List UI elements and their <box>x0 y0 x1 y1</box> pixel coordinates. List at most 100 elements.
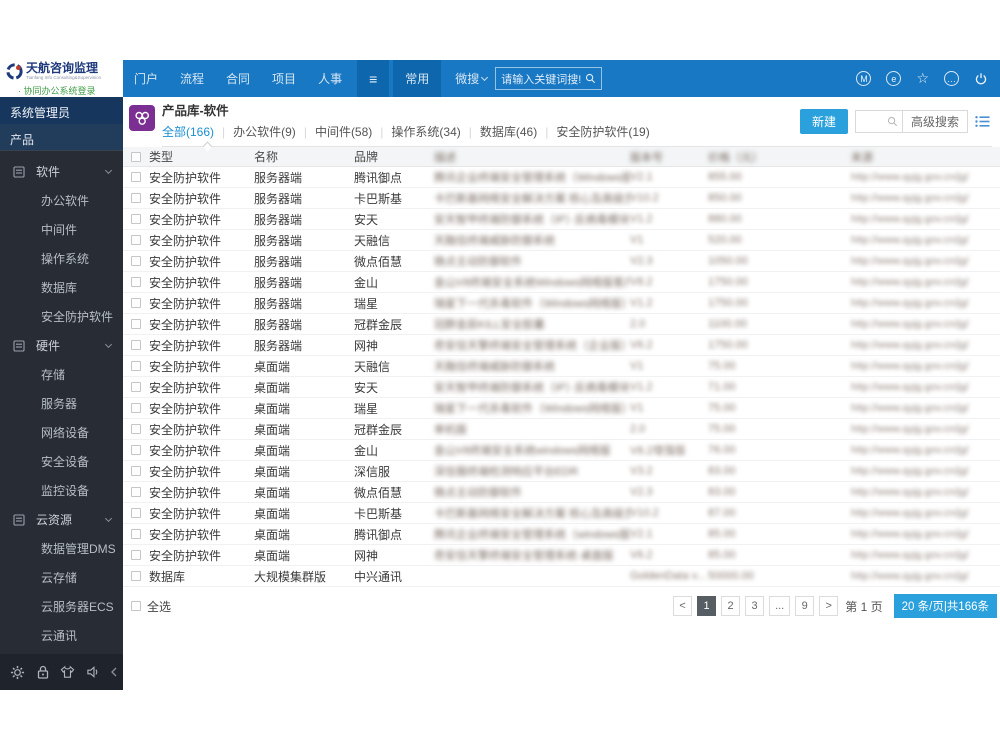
row-checkbox[interactable] <box>131 319 141 329</box>
pagination-page-...[interactable]: ... <box>769 596 791 616</box>
sidebar-section-云资源[interactable]: 云资源 <box>0 505 123 534</box>
nav-hamburger-button[interactable]: ≡ <box>357 60 390 97</box>
nav-item-3[interactable]: 合同 <box>215 60 261 97</box>
sidebar-item-数据库[interactable]: 数据库 <box>0 273 123 302</box>
select-all-checkbox[interactable] <box>131 601 141 611</box>
row-checkbox[interactable] <box>131 361 141 371</box>
tab-办公软件(9)[interactable]: 办公软件(9) <box>233 125 296 139</box>
row-checkbox[interactable] <box>131 172 141 182</box>
nav-item-common[interactable]: 常用 <box>393 60 442 97</box>
power-logout-icon[interactable] <box>974 72 988 86</box>
nav-item-4[interactable]: 项目 <box>261 60 307 97</box>
cell-source: http://www.qyjg.gov.cn/jg/ <box>851 486 969 498</box>
sidebar-section-软件[interactable]: 软件 <box>0 157 123 186</box>
favorite-star-icon[interactable]: ☆ <box>916 70 929 87</box>
sidebar-item-办公软件[interactable]: 办公软件 <box>0 186 123 215</box>
cell-price: 83.00 <box>708 465 736 477</box>
row-checkbox[interactable] <box>131 466 141 476</box>
page-jump-value[interactable]: 1 <box>861 600 868 614</box>
cell-brand: 冠群金辰 <box>354 422 403 437</box>
nav-item-5[interactable]: 人事 <box>307 60 353 97</box>
sidebar-section-label: 软件 <box>36 165 61 179</box>
feedback-icon[interactable]: e <box>886 71 902 86</box>
row-checkbox[interactable] <box>131 256 141 266</box>
table-search-input[interactable] <box>856 111 902 132</box>
tab-安全防护软件(19)[interactable]: 安全防护软件(19) <box>556 125 649 139</box>
logo-block: 天航咨询监理 Tianfang Info Consulting&Supervis… <box>0 60 123 97</box>
row-checkbox[interactable] <box>131 277 141 287</box>
cell-brand: 微点佰慧 <box>354 485 403 500</box>
row-checkbox[interactable] <box>131 529 141 539</box>
sidebar-item-操作系统[interactable]: 操作系统 <box>0 244 123 273</box>
row-checkbox[interactable] <box>131 508 141 518</box>
sidebar-item-安全设备[interactable]: 安全设备 <box>0 447 123 476</box>
pagination-page-1[interactable]: 1 <box>697 596 717 616</box>
row-checkbox[interactable] <box>131 487 141 497</box>
pagination-prev-button[interactable]: < <box>673 596 693 616</box>
wesearch-dropdown[interactable]: 微搜 <box>455 60 489 97</box>
sidebar-item-数据管理DMS[interactable]: 数据管理DMS <box>0 534 123 563</box>
settings-gear-icon[interactable] <box>10 665 25 680</box>
row-checkbox[interactable] <box>131 550 141 560</box>
row-checkbox[interactable] <box>131 340 141 350</box>
advanced-search-button[interactable]: 高级搜索 <box>901 111 967 132</box>
row-checkbox[interactable] <box>131 571 141 581</box>
column-header-描述: 描述 <box>434 151 456 164</box>
header-checkbox[interactable] <box>131 151 141 162</box>
tab-操作系统(34)[interactable]: 操作系统(34) <box>391 125 460 139</box>
pagination-page-2[interactable]: 2 <box>721 596 741 616</box>
sidebar-item-云服务器ECS[interactable]: 云服务器ECS <box>0 592 123 621</box>
row-checkbox[interactable] <box>131 214 141 224</box>
tab-数据库(46)[interactable]: 数据库(46) <box>480 125 537 139</box>
sidebar-item-中间件[interactable]: 中间件 <box>0 215 123 244</box>
message-icon[interactable]: M <box>856 71 872 86</box>
global-search-input[interactable]: 请输入关键词搜! <box>495 67 603 90</box>
cell-price: 85.00 <box>708 549 736 561</box>
nav-item-1[interactable]: 门户 <box>123 60 169 97</box>
row-checkbox[interactable] <box>131 445 141 455</box>
sidebar-item-网络设备[interactable]: 网络设备 <box>0 418 123 447</box>
cell-source: http://www.qyjg.gov.cn/jg/ <box>851 213 969 225</box>
cell-brand: 中兴通讯 <box>354 569 403 584</box>
row-checkbox[interactable] <box>131 382 141 392</box>
sound-speaker-icon[interactable] <box>86 665 101 679</box>
row-checkbox[interactable] <box>131 235 141 245</box>
cell-type: 安全防护软件 <box>149 401 222 416</box>
nav-item-2[interactable]: 流程 <box>169 60 215 97</box>
pagination-page-3[interactable]: 3 <box>745 596 765 616</box>
cell-price: 75.00 <box>708 423 736 435</box>
cell-brand: 瑞星 <box>354 296 379 311</box>
sidebar-item-存储[interactable]: 存储 <box>0 360 123 389</box>
pagination-next-button[interactable]: > <box>819 596 839 616</box>
sidebar-section-硬件[interactable]: 硬件 <box>0 331 123 360</box>
pagination-page-9[interactable]: 9 <box>795 596 815 616</box>
list-view-toggle-icon[interactable] <box>975 115 990 128</box>
tab-全部(166)[interactable]: 全部(166) <box>162 125 214 139</box>
cell-version: V1.2 <box>630 213 653 225</box>
sidebar-item-服务器[interactable]: 服务器 <box>0 389 123 418</box>
cell-price: 880.00 <box>708 213 742 225</box>
sidebar-item-监控设备[interactable]: 监控设备 <box>0 476 123 505</box>
tab-中间件(58)[interactable]: 中间件(58) <box>315 125 372 139</box>
more-options-icon[interactable]: … <box>944 71 959 86</box>
sidebar-item-云通讯[interactable]: 云通讯 <box>0 621 123 650</box>
row-checkbox[interactable] <box>131 298 141 308</box>
row-checkbox[interactable] <box>131 403 141 413</box>
row-checkbox[interactable] <box>131 193 141 203</box>
sidebar-module-product[interactable]: 产品 <box>0 124 123 151</box>
chevron-down-icon <box>104 340 113 349</box>
theme-shirt-icon[interactable] <box>60 665 75 679</box>
sidebar-role-label[interactable]: 系统管理员 <box>0 97 123 124</box>
sidebar-item-安全防护软件[interactable]: 安全防护软件 <box>0 302 123 331</box>
collapse-chevron-icon[interactable] <box>111 667 117 677</box>
cell-description: 金山V8终端安全系统Windows网络版客户端 <box>434 277 630 289</box>
cell-price: 83.00 <box>708 486 736 498</box>
cell-name: 桌面端 <box>254 359 291 374</box>
lock-icon[interactable] <box>36 665 50 680</box>
cell-type: 安全防护软件 <box>149 527 222 542</box>
new-button[interactable]: 新建 <box>799 109 848 134</box>
oa-login-link[interactable]: · 协同办公系统登录 <box>18 84 123 97</box>
sidebar-item-云存储[interactable]: 云存储 <box>0 563 123 592</box>
row-checkbox[interactable] <box>131 424 141 434</box>
cell-version: V8.2增强版 <box>630 445 686 457</box>
